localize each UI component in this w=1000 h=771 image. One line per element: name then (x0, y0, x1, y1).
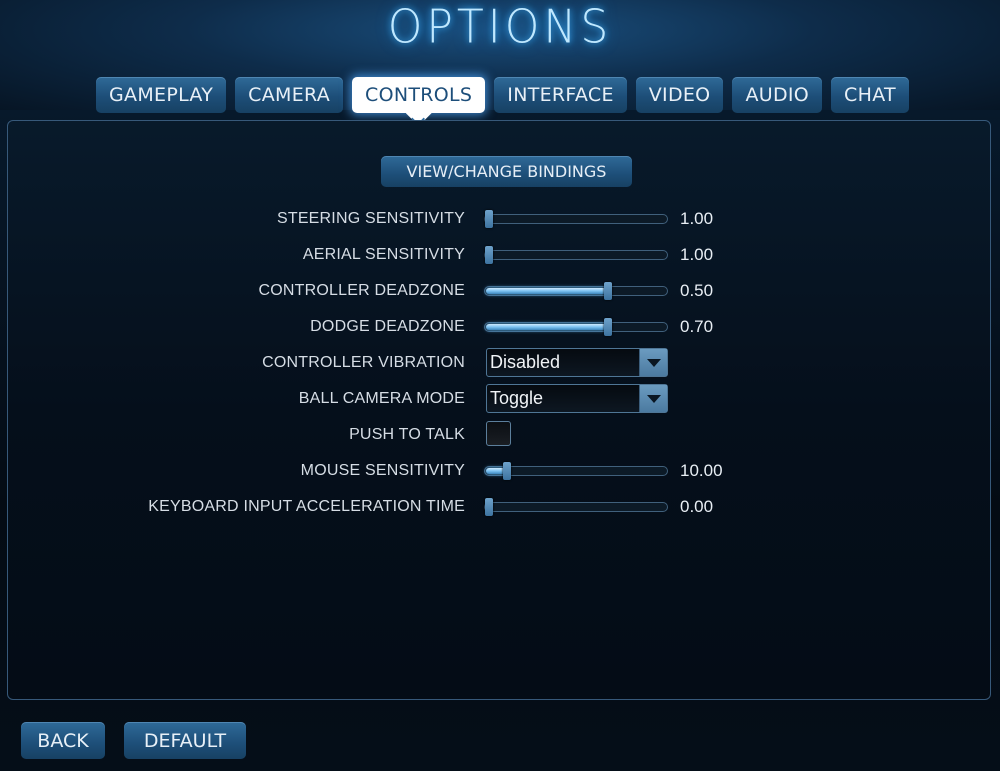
slider-fill (486, 324, 609, 330)
tab-controls-label: CONTROLS (365, 84, 473, 106)
setting-label: CONTROLLER VIBRATION (262, 354, 465, 371)
setting-row-ball-camera-mode: BALL CAMERA MODE Toggle (0, 382, 1000, 413)
back-button[interactable]: BACK (21, 722, 105, 759)
setting-row-dodge-deadzone: DODGE DEADZONE 0.70 (0, 312, 1000, 342)
dropdown-selected-value: Toggle (490, 388, 544, 408)
setting-value: 0.00 (680, 497, 714, 516)
tab-bar: GAMEPLAY CAMERA CONTROLS INTERFACE VIDEO… (96, 77, 909, 126)
dropdown-arrow-icon[interactable] (639, 385, 667, 412)
setting-value: 0.50 (680, 281, 714, 300)
setting-value: 1.00 (680, 245, 714, 264)
setting-label: MOUSE SENSITIVITY (300, 462, 465, 479)
tab-controls[interactable]: CONTROLS (352, 77, 486, 126)
slider-thumb[interactable] (604, 318, 613, 336)
tab-interface[interactable]: INTERFACE (494, 77, 627, 113)
push-to-talk-checkbox[interactable] (486, 421, 511, 446)
slider-thumb[interactable] (502, 462, 511, 480)
tab-camera[interactable]: CAMERA (235, 77, 344, 113)
default-button[interactable]: DEFAULT (124, 722, 246, 759)
setting-label: PUSH TO TALK (349, 426, 465, 443)
setting-label: DODGE DEADZONE (310, 318, 465, 335)
steering-sensitivity-slider[interactable] (484, 210, 668, 228)
tab-chat[interactable]: CHAT (831, 77, 909, 113)
setting-label: KEYBOARD INPUT ACCELERATION TIME (148, 498, 465, 515)
tab-gameplay[interactable]: GAMEPLAY (96, 77, 227, 113)
setting-row-controller-deadzone: CONTROLLER DEADZONE 0.50 (0, 276, 1000, 306)
setting-value: 0.70 (680, 317, 714, 336)
slider-thumb[interactable] (604, 282, 613, 300)
slider-thumb[interactable] (485, 498, 493, 516)
page-title: OPTIONS (387, 0, 613, 55)
dropdown-arrow-icon[interactable] (639, 349, 667, 376)
setting-row-aerial-sensitivity: AERIAL SENSITIVITY 1.00 (0, 240, 1000, 270)
setting-label: BALL CAMERA MODE (298, 390, 465, 407)
dropdown-selected-value: Disabled (490, 352, 561, 372)
slider-fill (486, 288, 609, 294)
setting-row-mouse-sensitivity: MOUSE SENSITIVITY 10.00 (0, 456, 1000, 486)
setting-label: CONTROLLER DEADZONE (258, 282, 465, 299)
setting-value: 1.00 (680, 209, 714, 228)
setting-value: 10.00 (680, 461, 723, 480)
setting-row-steering-sensitivity: STEERING SENSITIVITY 1.00 (0, 204, 1000, 234)
dodge-deadzone-slider[interactable] (484, 318, 668, 336)
keyboard-accel-time-slider[interactable] (484, 498, 668, 516)
setting-row-push-to-talk: PUSH TO TALK (0, 419, 1000, 449)
ball-camera-mode-dropdown[interactable]: Toggle (486, 384, 668, 413)
controller-deadzone-slider[interactable] (484, 282, 668, 300)
slider-thumb[interactable] (485, 246, 493, 264)
tab-audio[interactable]: AUDIO (732, 77, 823, 113)
mouse-sensitivity-slider[interactable] (484, 462, 668, 480)
aerial-sensitivity-slider[interactable] (484, 246, 668, 264)
setting-label: STEERING SENSITIVITY (276, 210, 465, 227)
setting-row-controller-vibration: CONTROLLER VIBRATION Disabled (0, 346, 1000, 377)
setting-row-keyboard-input-acceleration-time: KEYBOARD INPUT ACCELERATION TIME 0.00 (0, 492, 1000, 522)
controller-vibration-dropdown[interactable]: Disabled (486, 348, 668, 377)
setting-label: AERIAL SENSITIVITY (302, 246, 465, 263)
view-change-bindings-button[interactable]: VIEW/CHANGE BINDINGS (381, 156, 632, 187)
tab-video[interactable]: VIDEO (635, 77, 724, 113)
slider-thumb[interactable] (485, 210, 493, 228)
